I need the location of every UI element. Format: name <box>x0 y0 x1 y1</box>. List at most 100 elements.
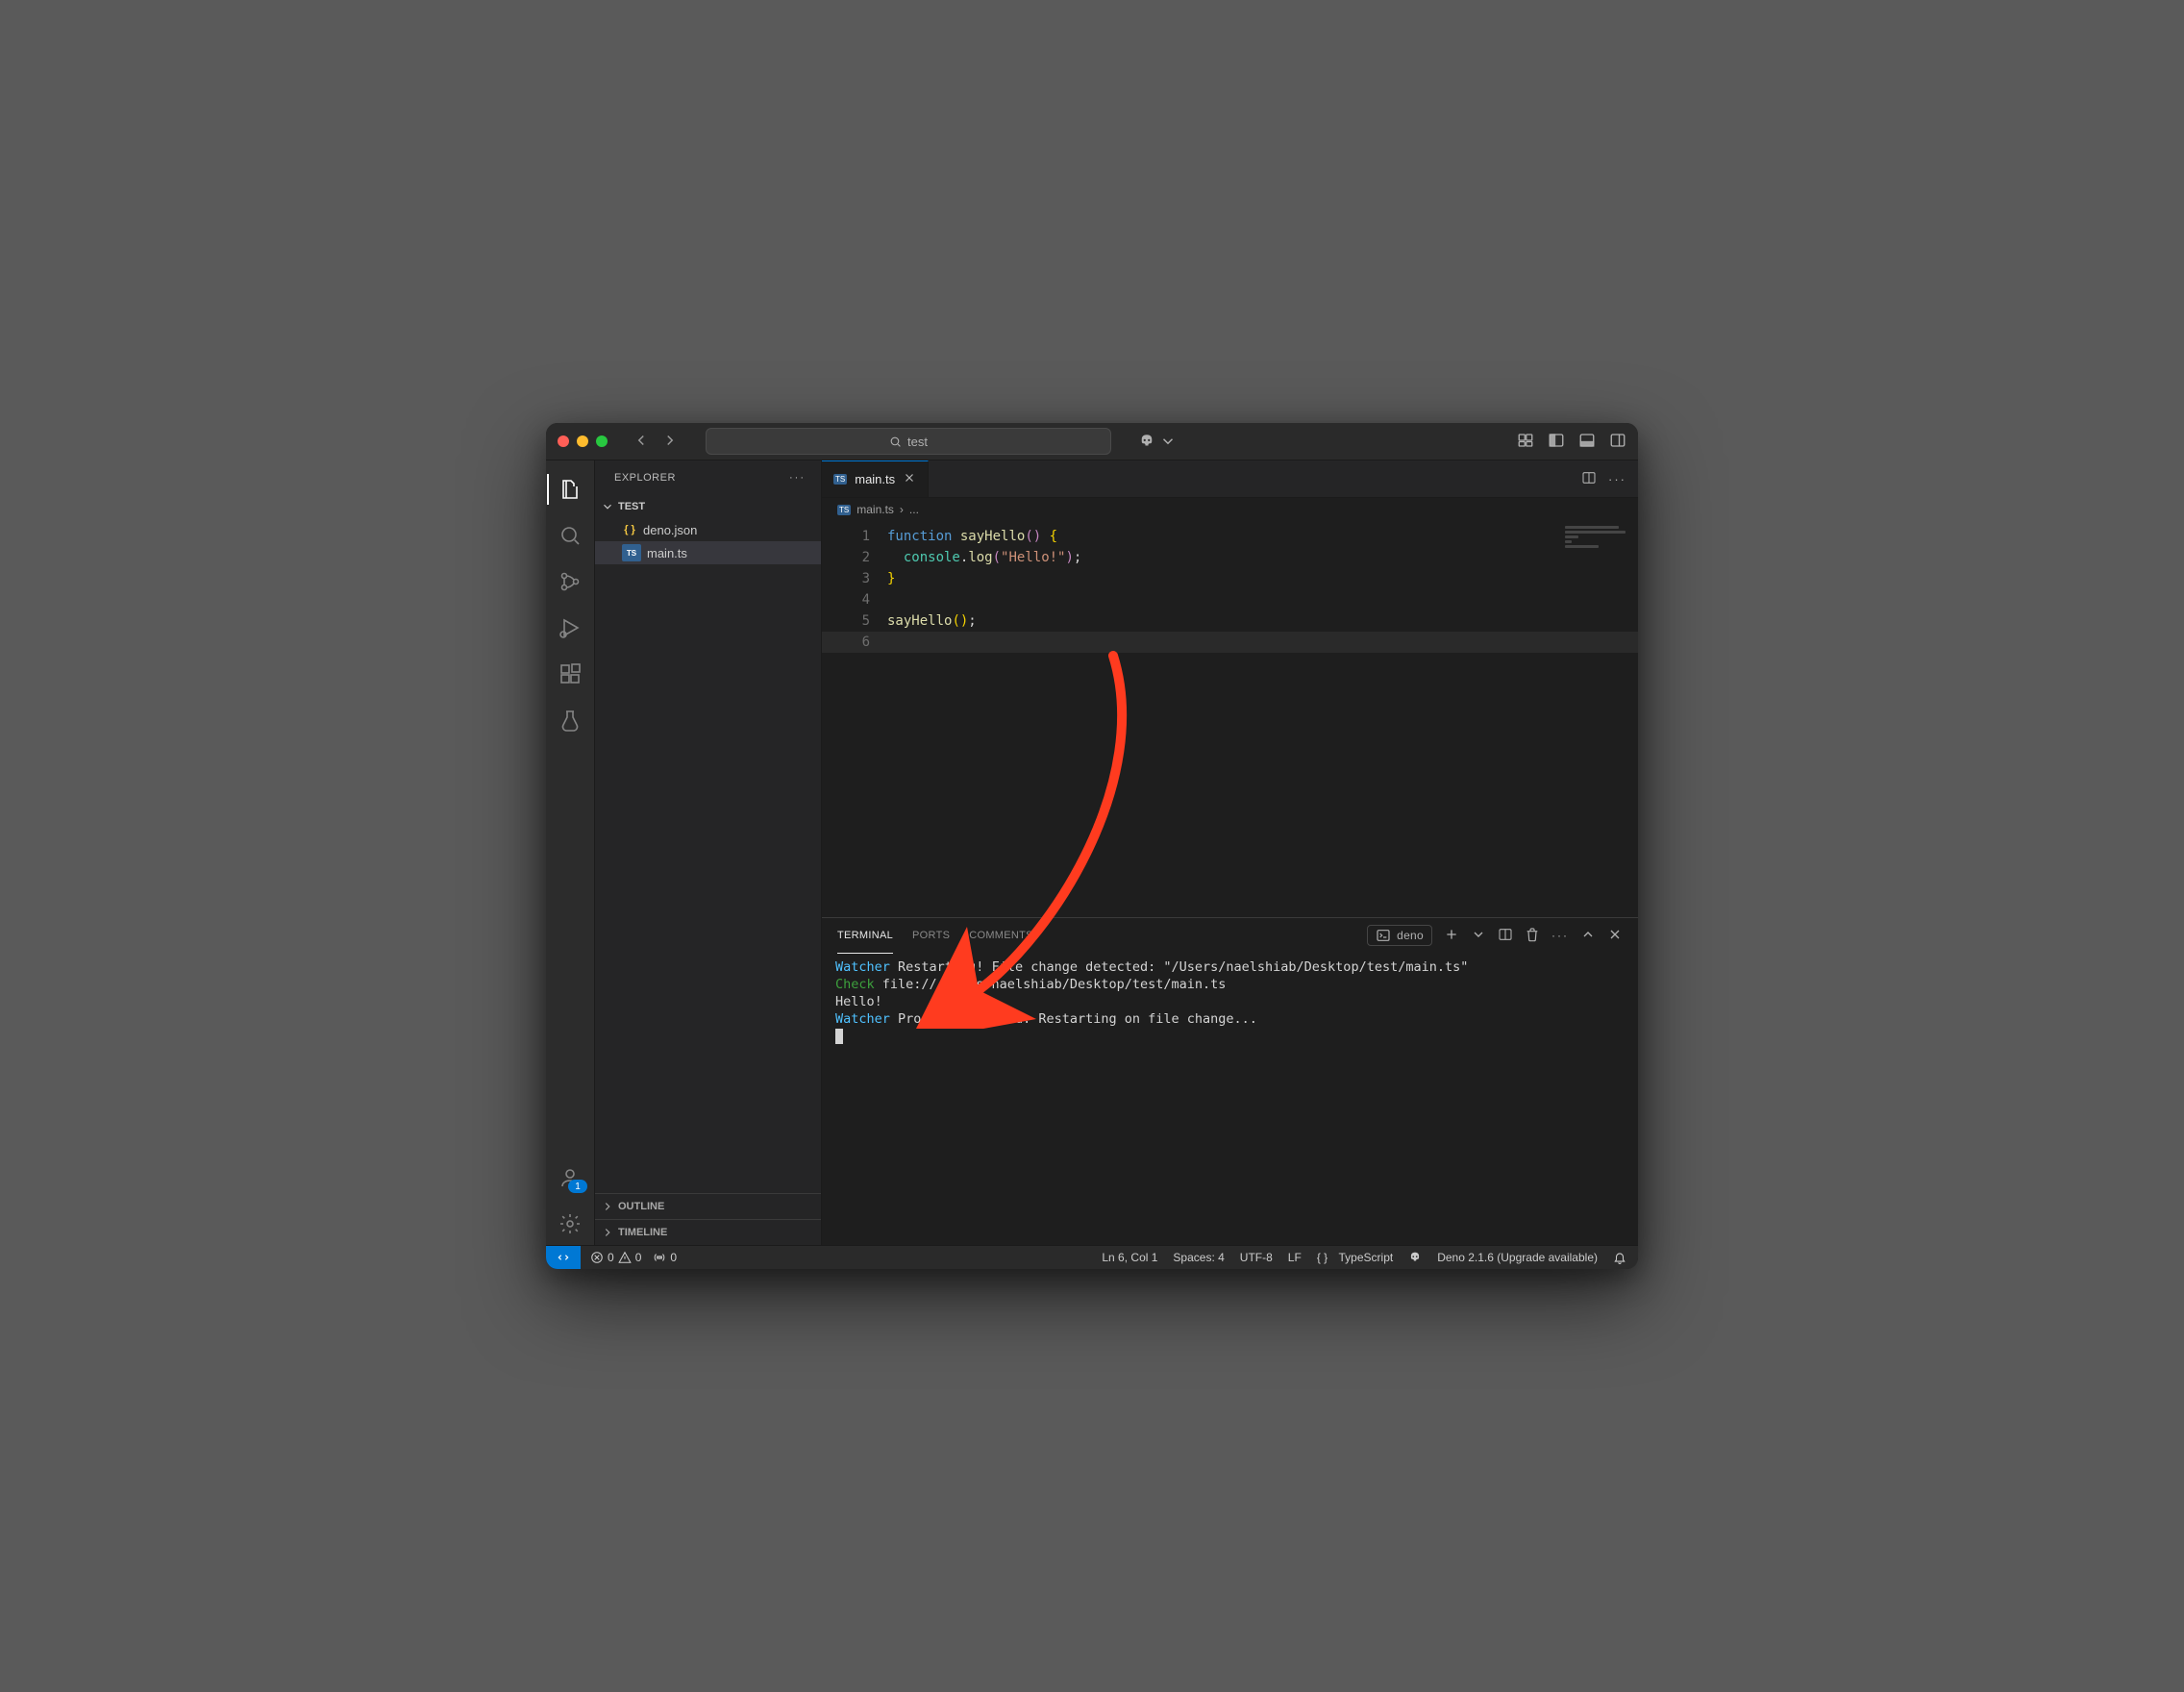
activity-scm[interactable] <box>547 560 593 603</box>
code-content: console.log("Hello!"); <box>887 547 1081 568</box>
outline-label: OUTLINE <box>618 1201 664 1212</box>
editor-actions: ··· <box>1581 460 1638 497</box>
activity-debug[interactable] <box>547 607 593 649</box>
activity-accounts[interactable]: 1 <box>547 1157 593 1199</box>
code-content: function sayHello() { <box>887 526 1057 547</box>
ts-file-icon: TS <box>622 544 641 561</box>
timeline-label: TIMELINE <box>618 1227 667 1238</box>
copilot-icon <box>1138 433 1155 450</box>
maximize-icon[interactable] <box>596 435 608 447</box>
terminal-dropdown-button[interactable] <box>1471 927 1486 945</box>
panel: TERMINAL PORTS COMMENTS deno <box>822 917 1638 1245</box>
panel-tab-ports[interactable]: PORTS <box>912 918 950 953</box>
encoding-button[interactable]: UTF-8 <box>1240 1251 1273 1264</box>
copilot-icon <box>1408 1251 1422 1264</box>
remote-icon <box>557 1251 570 1264</box>
terminal-line: Watcher Restarting! File change detected… <box>835 958 1625 976</box>
back-button[interactable] <box>633 432 650 452</box>
line-number: 6 <box>822 632 887 653</box>
minimap[interactable] <box>1565 526 1632 564</box>
search-icon <box>889 435 902 448</box>
terminal-output[interactable]: Watcher Restarting! File change detected… <box>822 953 1638 1245</box>
deno-version[interactable]: Deno 2.1.6 (Upgrade available) <box>1437 1251 1598 1264</box>
editor-group: TS main.ts ··· TS main.ts › .. <box>822 460 1638 1245</box>
chevron-right-icon <box>601 1226 614 1239</box>
code-editor[interactable]: 1function sayHello() {2 console.log("Hel… <box>822 522 1638 917</box>
split-terminal-button[interactable] <box>1498 927 1513 945</box>
folder-name: TEST <box>618 501 645 512</box>
json-file-icon: { } <box>622 522 637 537</box>
split-editor-button[interactable] <box>1581 470 1597 488</box>
maximize-panel-button[interactable] <box>1580 927 1596 945</box>
ts-file-icon: TS <box>833 474 847 485</box>
cursor-position[interactable]: Ln 6, Col 1 <box>1102 1251 1157 1264</box>
problems-button[interactable]: 0 0 <box>590 1251 641 1264</box>
kill-terminal-button[interactable] <box>1525 927 1540 945</box>
tab-close-button[interactable] <box>903 471 916 487</box>
bell-icon <box>1613 1251 1626 1264</box>
explorer-header: EXPLORER ··· <box>595 460 821 495</box>
activity-explorer[interactable] <box>547 468 593 510</box>
ts-file-icon: TS <box>837 505 851 515</box>
copilot-button[interactable] <box>1138 433 1177 450</box>
ports-button[interactable]: 0 <box>653 1251 677 1264</box>
outline-section[interactable]: OUTLINE <box>595 1193 821 1219</box>
tab-main-ts[interactable]: TS main.ts <box>822 460 929 497</box>
layout-customize-button[interactable] <box>1517 432 1534 452</box>
titlebar-actions <box>1517 432 1626 452</box>
code-content: } <box>887 568 895 589</box>
activity-settings[interactable] <box>547 1203 593 1245</box>
toggle-secondary-sidebar-button[interactable] <box>1609 432 1626 452</box>
command-center-label: test <box>907 435 928 449</box>
code-line: 4 <box>822 589 1638 610</box>
panel-actions: deno ··· <box>1367 925 1623 946</box>
terminal-icon <box>1376 928 1391 943</box>
code-line: 2 console.log("Hello!"); <box>822 547 1638 568</box>
code-line: 1function sayHello() { <box>822 526 1638 547</box>
editor-more-button[interactable]: ··· <box>1608 472 1626 486</box>
breadcrumb[interactable]: TS main.ts › ... <box>822 498 1638 522</box>
terminal-cursor <box>835 1029 843 1044</box>
eol-button[interactable]: LF <box>1288 1251 1302 1264</box>
toggle-panel-button[interactable] <box>1578 432 1596 452</box>
warning-icon <box>618 1251 632 1264</box>
copilot-status[interactable] <box>1408 1251 1422 1264</box>
line-number: 3 <box>822 568 887 589</box>
panel-tab-comments[interactable]: COMMENTS <box>969 918 1033 953</box>
new-terminal-button[interactable] <box>1444 927 1459 945</box>
language-mode-button[interactable]: { } TypeScript <box>1317 1251 1393 1264</box>
minimize-icon[interactable] <box>577 435 588 447</box>
close-icon[interactable] <box>558 435 569 447</box>
folder-header[interactable]: TEST <box>595 495 821 518</box>
tab-label: main.ts <box>855 472 895 486</box>
terminal-profile-label: deno <box>1397 929 1424 942</box>
explorer-more-button[interactable]: ··· <box>789 472 806 484</box>
notifications-button[interactable] <box>1613 1251 1626 1264</box>
activity-extensions[interactable] <box>547 653 593 695</box>
code-line: 3} <box>822 568 1638 589</box>
file-row[interactable]: { } deno.json <box>595 518 821 541</box>
line-number: 4 <box>822 589 887 610</box>
terminal-line: Hello! <box>835 993 1625 1010</box>
forward-button[interactable] <box>661 432 679 452</box>
close-panel-button[interactable] <box>1607 927 1623 945</box>
window-controls <box>558 435 608 447</box>
remote-button[interactable] <box>546 1246 581 1269</box>
chevron-down-icon <box>601 500 614 513</box>
toggle-sidebar-button[interactable] <box>1548 432 1565 452</box>
line-number: 1 <box>822 526 887 547</box>
file-row[interactable]: TSmain.ts <box>595 541 821 564</box>
panel-tab-terminal[interactable]: TERMINAL <box>837 918 893 954</box>
activity-testing[interactable] <box>547 699 593 741</box>
chevron-right-icon <box>601 1200 614 1213</box>
terminal-line: Check file:///Users/naelshiab/Desktop/te… <box>835 976 1625 993</box>
braces-icon: { } <box>1317 1251 1328 1264</box>
indentation-button[interactable]: Spaces: 4 <box>1173 1251 1224 1264</box>
timeline-section[interactable]: TIMELINE <box>595 1219 821 1245</box>
terminal-profile-select[interactable]: deno <box>1367 925 1432 946</box>
file-name: deno.json <box>643 523 697 537</box>
explorer-panel: EXPLORER ··· TEST { }deno.jsonTSmain.ts … <box>595 460 822 1245</box>
panel-more-button[interactable]: ··· <box>1551 929 1569 942</box>
command-center[interactable]: test <box>706 428 1111 455</box>
activity-search[interactable] <box>547 514 593 557</box>
